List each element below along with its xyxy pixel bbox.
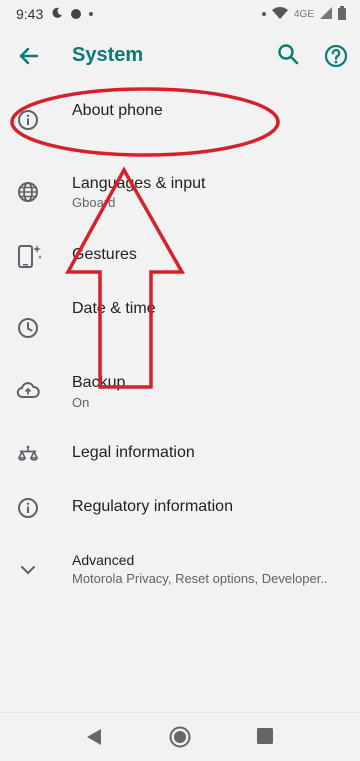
more-notifications-icon [89, 12, 94, 16]
signal-icon [320, 6, 332, 22]
item-label: Date & time [72, 300, 156, 317]
page-title: System [72, 44, 144, 66]
item-subtitle: Gboard [72, 195, 116, 210]
list-item-gestures[interactable]: Gestures [0, 232, 360, 296]
list-item-about-phone[interactable]: About phone [0, 84, 360, 158]
cloud-upload-icon [16, 378, 40, 402]
list-item-languages-input[interactable]: Languages & input Gboard [0, 158, 360, 232]
search-icon[interactable] [276, 42, 302, 68]
list-item-date-time[interactable]: Date & time [0, 296, 360, 370]
battery-icon [338, 5, 346, 23]
gestures-phone-icon [16, 242, 44, 270]
item-label: Languages & input [72, 175, 206, 192]
list-item-backup[interactable]: Backup On [0, 370, 360, 444]
item-label: Regulatory information [72, 498, 233, 515]
wifi-icon [271, 6, 288, 22]
status-dot-icon [261, 12, 266, 16]
item-subtitle: On [72, 395, 90, 410]
clock-icon [16, 316, 40, 340]
nav-overview-icon[interactable] [257, 728, 273, 749]
item-label: Legal information [72, 444, 195, 461]
nav-home-icon[interactable] [169, 726, 191, 753]
help-icon[interactable] [322, 42, 350, 70]
navigation-bar [0, 712, 360, 761]
info-icon [16, 108, 40, 132]
item-label: Backup [72, 374, 126, 391]
list-item-regulatory-information[interactable]: Regulatory information [0, 488, 360, 542]
chevron-down-icon [16, 558, 40, 582]
status-bar: 9:43 4GE [0, 0, 360, 28]
status-time: 9:43 [16, 6, 44, 22]
nav-back-icon[interactable] [86, 728, 102, 751]
item-label: Gestures [72, 246, 137, 263]
globe-icon [16, 180, 40, 204]
notification-dot-icon [71, 9, 82, 19]
back-arrow-icon[interactable] [15, 42, 43, 70]
item-subtitle: Motorola Privacy, Reset options, Develop… [72, 571, 328, 586]
scales-icon [16, 442, 40, 466]
item-label: Advanced [72, 552, 135, 568]
moon-icon [51, 6, 63, 22]
list-item-advanced[interactable]: Advanced Motorola Privacy, Reset options… [0, 542, 360, 612]
info-icon [16, 496, 40, 520]
list-item-legal-information[interactable]: Legal information [0, 434, 360, 488]
item-label: About phone [72, 102, 163, 119]
app-bar: System [0, 28, 360, 84]
network-type-label: 4GE [293, 8, 314, 20]
